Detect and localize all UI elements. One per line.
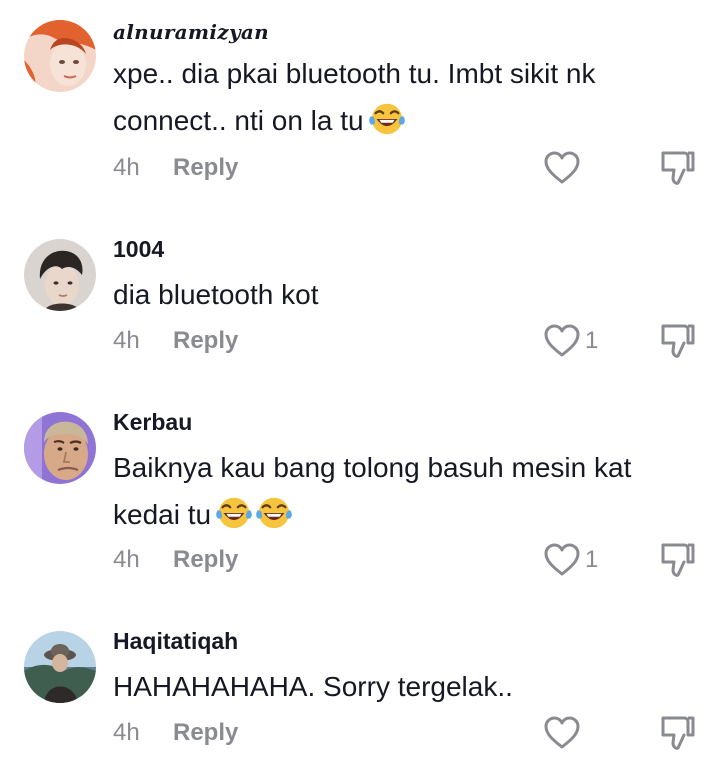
comment-text: dia bluetooth kot (113, 271, 703, 318)
avatar[interactable] (24, 631, 96, 703)
comment-username[interactable]: alnuramizyan (113, 20, 269, 44)
reply-button[interactable]: Reply (173, 719, 238, 747)
avatar-man-short-hair-icon (24, 412, 96, 484)
avatar[interactable] (24, 412, 96, 484)
avatar[interactable] (24, 239, 96, 311)
like-button[interactable] (543, 713, 585, 753)
face-with-tears-of-joy-icon (256, 497, 292, 529)
reply-button[interactable]: Reply (173, 546, 238, 574)
avatar-woman-orange-icon (24, 20, 96, 92)
comment-text-body: HAHAHAHAHA. Sorry tergelak.. (113, 671, 513, 702)
thumbs-down-icon[interactable] (660, 540, 696, 580)
comment-meta: 4h Reply (113, 543, 238, 577)
comment-meta: 4h Reply (113, 151, 238, 185)
avatar-person-hat-outdoor-icon (24, 631, 96, 703)
comment-username[interactable]: Haqitatiqah (113, 628, 238, 655)
comment-time: 4h (113, 154, 140, 181)
comment-username[interactable]: Kerbau (113, 409, 192, 436)
thumbs-down-icon[interactable] (660, 713, 696, 753)
comment-meta: 4h Reply (113, 716, 238, 750)
comment-time: 4h (113, 719, 140, 746)
reply-button[interactable]: Reply (173, 327, 238, 355)
heart-icon (544, 716, 580, 749)
comment-text: HAHAHAHAHA. Sorry tergelak.. (113, 663, 703, 710)
heart-icon (544, 151, 580, 184)
avatar-man-dark-hair-icon (24, 239, 96, 311)
heart-icon (544, 324, 580, 357)
reply-button[interactable]: Reply (173, 154, 238, 182)
thumbs-down-icon[interactable] (660, 321, 696, 361)
like-button[interactable]: 1 (543, 540, 598, 580)
comment-time: 4h (113, 327, 140, 354)
comment-text: Baiknya kau bang tolong basuh mesin kat … (113, 444, 703, 538)
like-count: 1 (585, 327, 599, 354)
comment-text-body: Baiknya kau bang tolong basuh mesin kat … (113, 452, 632, 530)
heart-icon (544, 543, 580, 576)
comment-text-body: xpe.. dia pkai bluetooth tu. Imbt sikit … (113, 58, 596, 136)
thumbs-down-icon[interactable] (660, 148, 696, 188)
like-button[interactable] (543, 148, 585, 188)
like-button[interactable]: 1 (543, 321, 598, 361)
comment-text-body: dia bluetooth kot (113, 279, 319, 310)
comment-time: 4h (113, 546, 140, 573)
comment-meta: 4h Reply (113, 324, 238, 358)
comment-username[interactable]: 1004 (113, 236, 164, 263)
face-with-tears-of-joy-icon (368, 103, 405, 135)
face-with-tears-of-joy-icon (216, 497, 252, 529)
like-count: 1 (585, 546, 599, 573)
avatar[interactable] (24, 20, 96, 92)
comment-text: xpe.. dia pkai bluetooth tu. Imbt sikit … (113, 50, 703, 144)
